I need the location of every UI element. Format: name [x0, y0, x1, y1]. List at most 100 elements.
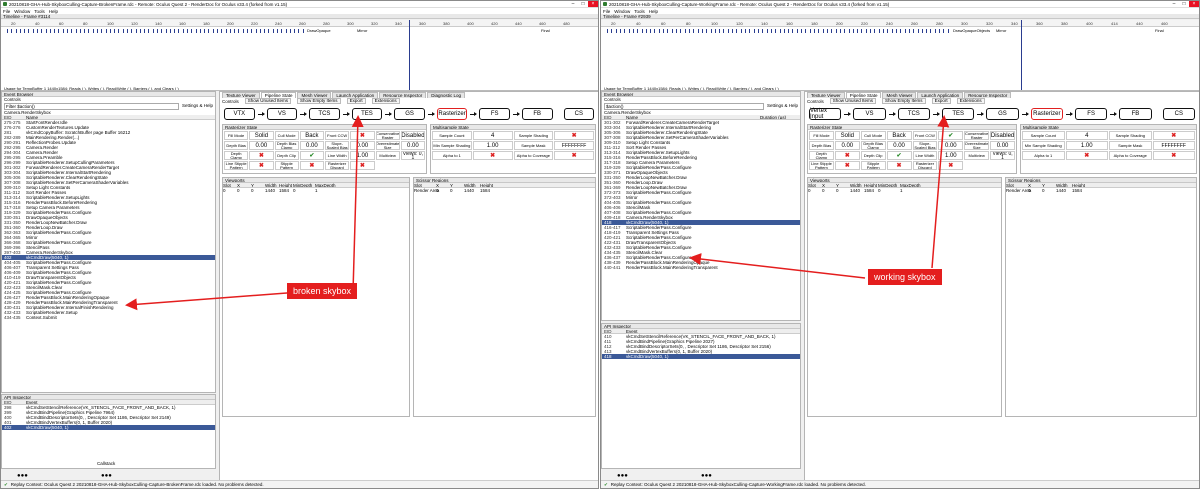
callstack-label[interactable]: Callstack: [97, 461, 115, 466]
stage-fb[interactable]: FB: [521, 108, 553, 120]
stage-fs[interactable]: FS: [479, 108, 510, 120]
stage-rasterizer[interactable]: Rasterizer: [436, 108, 468, 120]
col-eid[interactable]: EID: [602, 329, 626, 333]
minimize-button[interactable]: –: [1169, 1, 1179, 7]
maximize-button[interactable]: □: [578, 1, 588, 7]
menu-help[interactable]: Help: [649, 9, 658, 14]
stage-vs[interactable]: VS: [266, 108, 298, 120]
stage-gs[interactable]: GS: [986, 108, 1019, 120]
timeline-event-bar: [780, 29, 781, 33]
col-duration[interactable]: Duration (µs): [760, 115, 800, 119]
col-x: X: [822, 183, 826, 188]
marker-final: Final: [541, 28, 550, 33]
rasterizer-discard-label: Rasterizer Discard: [912, 161, 938, 170]
menu-window[interactable]: Window: [614, 9, 630, 14]
close-button[interactable]: ×: [588, 1, 598, 7]
menu-help[interactable]: Help: [49, 9, 58, 14]
tab-diagnostic-log[interactable]: Diagnostic Log: [427, 92, 465, 98]
stage-fs[interactable]: FS: [1074, 108, 1108, 120]
stage-cs[interactable]: CS: [563, 108, 595, 120]
export-button[interactable]: Export: [346, 98, 366, 104]
timeline-cursor[interactable]: [409, 20, 410, 90]
stage-cs[interactable]: CS: [1162, 108, 1195, 120]
timeline-event-bar: [24, 29, 25, 33]
menu-window[interactable]: Window: [14, 9, 30, 14]
settings-button[interactable]: Settings & Help: [767, 103, 798, 110]
menu-file[interactable]: File: [603, 9, 610, 14]
timeline-event-bar: [689, 29, 690, 33]
col-width: Width: [1056, 183, 1068, 188]
renderdoc-window-broken: 20210818-GHA-Hub-SkyboxCulling-Capture-B…: [0, 0, 599, 489]
event-row[interactable]: 418 vkCmdDraw(5040, 1): [602, 354, 800, 359]
timeline-panel[interactable]: 20 40 60 80 100 120 140 160 180 200 220 240 260 280 30…: [601, 20, 1199, 91]
timeline-event-bar: [234, 29, 235, 33]
stage-tcs[interactable]: TCS: [897, 108, 930, 120]
stage-vtx[interactable]: VTX: [224, 108, 255, 120]
viewport-mindepth: 0: [293, 188, 296, 193]
maximize-button[interactable]: □: [1179, 1, 1189, 7]
stage-vs[interactable]: VS: [853, 108, 886, 120]
col-event[interactable]: Event: [26, 400, 215, 404]
event-row[interactable]: 402 vkCmdDraw(5040, 1): [2, 425, 215, 430]
timeline-cursor[interactable]: [1021, 20, 1022, 90]
timeline-event-bar: [918, 29, 919, 33]
scissor-row-0[interactable]: Render Area 0 0 1440 1584: [1006, 188, 1196, 193]
export-button[interactable]: Export: [931, 98, 951, 104]
minimize-button[interactable]: –: [568, 1, 578, 7]
show-empty-button[interactable]: Show Empty Items: [882, 98, 926, 104]
flow-arrow: [977, 111, 985, 116]
more-dots-icon[interactable]: ●●●: [701, 473, 712, 479]
timeline-event-bar: [840, 29, 841, 33]
min-sample-shading-value: 1.00: [1065, 141, 1108, 150]
show-unused-button[interactable]: Show Unused Items: [244, 98, 292, 104]
col-eid[interactable]: EID: [2, 115, 26, 119]
more-dots-icon[interactable]: ●●●: [101, 473, 112, 479]
stage-tes[interactable]: TES: [941, 108, 975, 120]
show-unused-button[interactable]: Show Unused Items: [829, 98, 877, 104]
renderdoc-window-working: 20210818-GHA-Hub-SkyboxCulling-Capture-W…: [600, 0, 1200, 489]
extensions-button[interactable]: Extensions: [956, 98, 985, 104]
viewport-x: 0: [822, 188, 825, 193]
col-eid[interactable]: EID: [2, 400, 26, 404]
flow-arrow: [385, 111, 393, 116]
alpha-to-coverage-label: Alpha to Coverage: [1109, 151, 1152, 160]
scissor-row-0[interactable]: Render Area 0 0 1440 1584: [414, 188, 595, 193]
timeline-event-bar: [629, 29, 630, 33]
show-empty-button[interactable]: Show Empty Items: [297, 98, 341, 104]
stage-fb[interactable]: FB: [1119, 108, 1152, 120]
viewport-row-0[interactable]: 0 0 0 1440 1584 0 1: [808, 188, 1001, 193]
menu-tools[interactable]: Tools: [34, 9, 45, 14]
col-name[interactable]: Name: [626, 115, 760, 119]
col-slot: Slot: [223, 183, 231, 188]
timeline-tick: 260: [911, 21, 918, 26]
event-row[interactable]: 434-435 Context.Submit: [2, 315, 215, 320]
depth-bias-value: 0.00: [249, 141, 274, 150]
timeline-ruler: 20 40 60 80 100 120 140 160 180 200 220 240 260 280 30…: [601, 20, 1199, 27]
stage-tes[interactable]: TES: [351, 108, 383, 120]
stage-tcs[interactable]: TCS: [309, 108, 340, 120]
filter-input[interactable]: Filter $action(): [4, 103, 179, 110]
stage-vertex-input[interactable]: Vertex Input: [809, 108, 842, 120]
menu-tools[interactable]: Tools: [634, 9, 645, 14]
stage-rasterizer[interactable]: Rasterizer: [1030, 108, 1063, 120]
timeline-tick: 80: [686, 21, 691, 26]
extensions-button[interactable]: Extensions: [371, 98, 400, 104]
timeline-panel[interactable]: 20 40 60 80 100 120 140 160 180 200 220 240 260 280 30…: [1, 20, 598, 91]
timeline-tick: 280: [323, 21, 330, 26]
more-dots-icon[interactable]: ●●●: [617, 473, 628, 479]
event-row[interactable]: 440-441 RenderPassBlock.MainRenderingTran…: [602, 265, 800, 270]
more-dots-icon[interactable]: ●●●: [17, 473, 28, 479]
col-event[interactable]: Event: [626, 329, 800, 333]
timeline-event-bar: [736, 29, 737, 33]
settings-button[interactable]: Settings & Help: [182, 103, 213, 110]
col-name[interactable]: Name: [26, 115, 215, 119]
col-eid[interactable]: EID: [602, 115, 626, 119]
filter-input[interactable]: $action(): [604, 103, 764, 110]
timeline-event-bar: [659, 29, 660, 33]
stage-gs[interactable]: GS: [394, 108, 425, 120]
viewport-row-0[interactable]: 0 0 0 1440 1584 0 1: [223, 188, 409, 193]
col-y: Y: [450, 183, 454, 188]
close-button[interactable]: ×: [1189, 1, 1199, 7]
timeline-event-bar: [823, 29, 824, 33]
menu-file[interactable]: File: [3, 9, 10, 14]
